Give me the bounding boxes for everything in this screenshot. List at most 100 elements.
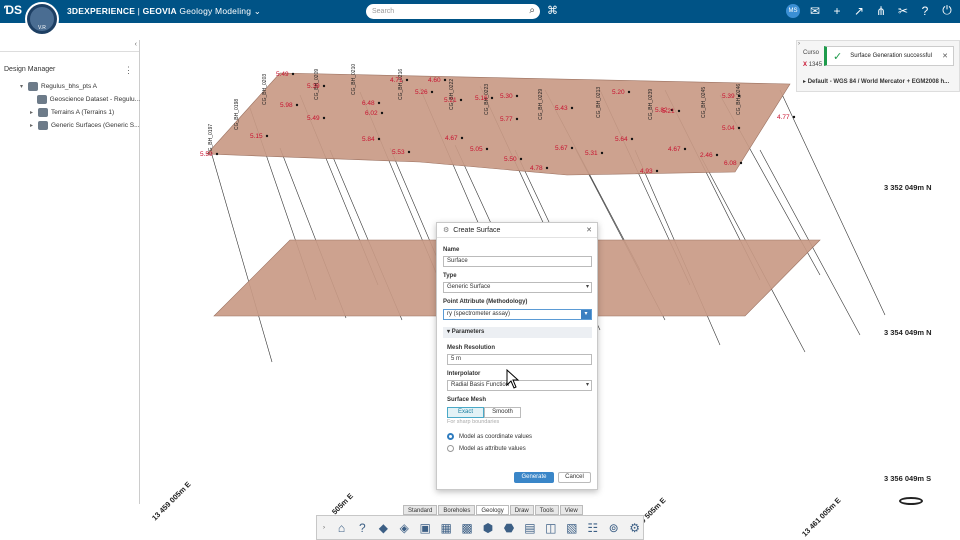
- tab-tools[interactable]: Tools: [534, 505, 559, 515]
- section-icon[interactable]: ▤: [521, 519, 538, 536]
- expand-down-icon[interactable]: ▾: [20, 83, 28, 90]
- mesh-icon[interactable]: ▩: [459, 519, 476, 536]
- type-value: Generic Surface: [447, 284, 491, 290]
- exact-button[interactable]: Exact: [447, 407, 484, 418]
- geology-object-icon[interactable]: ◆: [375, 519, 392, 536]
- collapse-right-icon[interactable]: ›: [798, 41, 800, 47]
- borehole-label: CG_BH_0229: [538, 89, 544, 120]
- smooth-button[interactable]: Smooth: [484, 407, 521, 418]
- value-label: 5.21: [662, 108, 675, 115]
- value-label: 5.98: [280, 102, 293, 109]
- tools-icon[interactable]: ✂: [896, 4, 910, 18]
- tab-boreholes[interactable]: Boreholes: [438, 505, 476, 515]
- parameters-section[interactable]: ▾ Parameters: [443, 327, 592, 338]
- coord-label-s1: 3 356 049m S: [884, 474, 932, 483]
- name-input[interactable]: Surface: [443, 256, 592, 267]
- sample-point: [570, 146, 574, 150]
- borehole-label: CG_BH_0213: [596, 87, 602, 118]
- terrain-icon: [38, 108, 48, 117]
- panel-menu-icon[interactable]: ⋮: [124, 65, 133, 76]
- borehole-trace: [779, 89, 886, 316]
- tab-draw[interactable]: Draw: [509, 505, 534, 515]
- radio-attribute-values[interactable]: Model as attribute values: [447, 445, 526, 452]
- solid-icon[interactable]: ⬢: [480, 519, 497, 536]
- collapse-panel-icon[interactable]: ‹: [135, 41, 137, 48]
- tab-standard[interactable]: Standard: [403, 505, 438, 515]
- app-name-label: Geology Modeling: [179, 6, 252, 16]
- help-icon[interactable]: ?: [918, 4, 932, 18]
- network-icon[interactable]: ⋔: [874, 4, 888, 18]
- search-icon[interactable]: ⌕: [529, 5, 535, 16]
- value-label: 6.48: [362, 100, 375, 107]
- type-select[interactable]: Generic Surface ▾: [443, 282, 592, 293]
- hint-text: For sharp boundaries: [447, 419, 500, 425]
- settings-icon[interactable]: ⚙: [626, 519, 643, 536]
- tree-item-label: Regulus_bhs_pts A: [41, 83, 98, 90]
- value-label: 5.26: [415, 89, 428, 96]
- sample-point: [737, 126, 741, 130]
- radio-empty-icon[interactable]: [447, 445, 454, 452]
- panel-title: Design Manager: [4, 66, 56, 73]
- expand-right-icon[interactable]: ▸: [30, 122, 38, 129]
- avatar[interactable]: MS: [786, 3, 800, 18]
- value-label: 2.46: [700, 152, 713, 159]
- generate-button[interactable]: Generate: [514, 472, 554, 483]
- cube-icon[interactable]: ◫: [542, 519, 559, 536]
- block-icon[interactable]: ⬣: [500, 519, 517, 536]
- type-label: Type: [443, 273, 457, 279]
- close-icon[interactable]: ✕: [942, 52, 948, 60]
- value-label: 5.64: [615, 136, 628, 143]
- tree-item-terrains[interactable]: ▸ Terrains A (Terrains 1): [0, 106, 140, 119]
- chat-icon[interactable]: ✉: [808, 4, 822, 18]
- volume-icon[interactable]: ▧: [563, 519, 580, 536]
- point-attribute-select[interactable]: ry (spectrometer assay) ▾: [443, 309, 592, 320]
- tree-item-geoscience[interactable]: Geoscience Dataset - Regulu...: [0, 93, 140, 106]
- success-toast: ✓ Surface Generation successful ✕: [824, 46, 954, 66]
- value-label: 5.53: [392, 149, 405, 156]
- sample-point: [519, 157, 523, 161]
- expand-toolbar-icon[interactable]: ›: [323, 525, 329, 531]
- tab-view[interactable]: View: [559, 505, 583, 515]
- home-icon[interactable]: ⌂: [333, 519, 350, 536]
- dropdown-arrow-icon[interactable]: ▾: [586, 283, 589, 292]
- search-input[interactable]: Search ⌕: [366, 4, 540, 19]
- collapse-icon[interactable]: ▾: [447, 329, 450, 335]
- tree-item-generic-surfaces[interactable]: ▸ Generic Surfaces (Generic S...: [0, 119, 140, 132]
- radio-selected-icon[interactable]: [447, 433, 454, 440]
- share-icon[interactable]: ↗: [852, 4, 866, 18]
- compass-widget[interactable]: V.R: [25, 2, 59, 36]
- sample-point: [322, 84, 326, 88]
- brand-label: 3DEXPERIENCE: [67, 6, 136, 16]
- value-label: 4.78: [530, 165, 543, 172]
- interpolator-label: Interpolator: [447, 371, 481, 377]
- add-icon[interactable]: +: [830, 4, 844, 18]
- grid-icon[interactable]: ▦: [438, 519, 455, 536]
- sample-point: [627, 90, 631, 94]
- contact-icon[interactable]: ◈: [396, 519, 413, 536]
- surface-tool-icon[interactable]: ▣: [417, 519, 434, 536]
- help-icon[interactable]: ?: [354, 519, 371, 536]
- sample-point: [295, 103, 299, 107]
- cursor-x-row: X 1345: [803, 62, 822, 68]
- sample-point: [570, 106, 574, 110]
- value-label: 5.05: [470, 146, 483, 153]
- radio-coordinate-values[interactable]: Model as coordinate values: [447, 433, 532, 440]
- power-icon[interactable]: ⏻: [940, 3, 954, 18]
- chevron-down-icon[interactable]: ⌄: [254, 6, 261, 16]
- app-title[interactable]: 3DEXPERIENCE | GEOVIA Geology Modeling ⌄: [67, 6, 261, 17]
- dropdown-arrow-icon[interactable]: ▾: [581, 310, 591, 319]
- tab-geology[interactable]: Geology: [476, 505, 509, 515]
- tag-icon[interactable]: ⌘: [547, 4, 558, 17]
- crs-row[interactable]: ▸ Default - WGS 84 / World Mercator + EG…: [803, 78, 949, 85]
- report-icon[interactable]: ☷: [584, 519, 601, 536]
- mesh-resolution-input[interactable]: 5 m: [447, 354, 592, 365]
- close-icon[interactable]: ✕: [586, 226, 592, 234]
- measure-icon[interactable]: ⊚: [605, 519, 622, 536]
- tree-item-root[interactable]: ▾ Regulus_bhs_pts A: [0, 80, 140, 93]
- ds-logo-icon[interactable]: ƊS: [4, 3, 22, 19]
- gear-icon: ⚙: [443, 227, 450, 234]
- borehole-label: CG_BH_0222: [449, 79, 455, 110]
- cancel-button[interactable]: Cancel: [558, 472, 591, 483]
- expand-right-icon[interactable]: ▸: [30, 109, 38, 116]
- dropdown-arrow-icon[interactable]: ▾: [586, 381, 589, 390]
